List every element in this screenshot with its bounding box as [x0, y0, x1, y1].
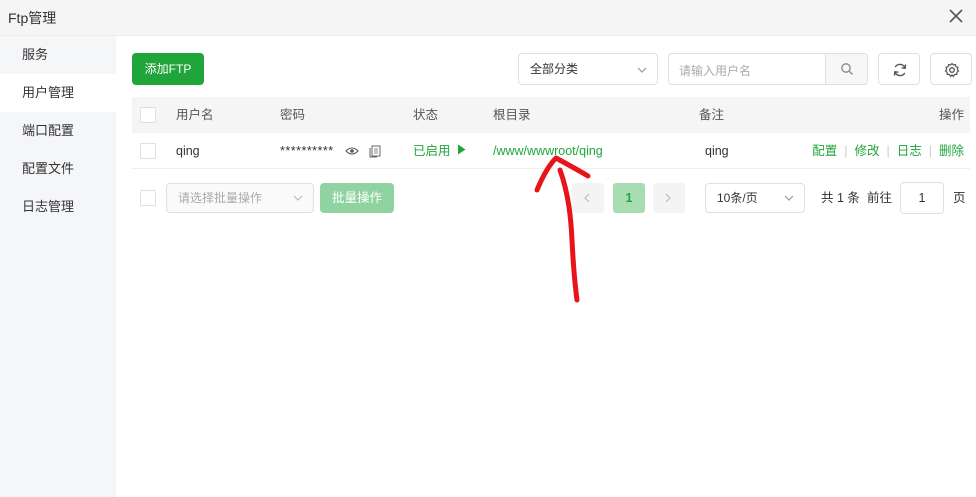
batch-operation-select[interactable]: 请选择批量操作 — [166, 183, 314, 213]
footer-select-all-checkbox[interactable] — [140, 190, 156, 206]
total-count: 共 1 条 — [821, 191, 860, 205]
category-select[interactable]: 全部分类 — [518, 53, 658, 85]
sidebar: 服务 用户管理 端口配置 配置文件 日志管理 — [0, 36, 116, 497]
root-directory-link[interactable]: /www/wwwroot/qing — [493, 133, 603, 169]
delete-action[interactable]: 删除 — [939, 144, 964, 158]
search-icon — [841, 63, 853, 75]
settings-button[interactable] — [930, 53, 972, 85]
category-select-value: 全部分类 — [530, 62, 579, 76]
next-page-button[interactable] — [653, 183, 685, 213]
sidebar-item-config-file[interactable]: 配置文件 — [0, 150, 116, 188]
add-ftp-button[interactable]: 添加FTP — [132, 53, 204, 85]
sidebar-item-log-management[interactable]: 日志管理 — [0, 188, 116, 226]
log-action[interactable]: 日志 — [897, 144, 922, 158]
sidebar-item-port-config[interactable]: 端口配置 — [0, 112, 116, 150]
goto-label: 前往 — [867, 191, 893, 205]
status-text: 已启用 — [413, 144, 451, 158]
search-button[interactable] — [825, 54, 867, 84]
edit-action[interactable]: 修改 — [854, 144, 879, 158]
prev-page-button[interactable] — [572, 183, 604, 213]
page-unit-label: 页 — [953, 191, 966, 205]
goto-page-input[interactable]: 1 — [900, 182, 944, 214]
main-panel: 添加FTP 全部分类 请输入用户名 用户名 密码 状态 根目录 备注 操作 qi… — [116, 36, 976, 497]
chevron-left-icon — [584, 193, 590, 203]
play-icon — [458, 144, 466, 155]
column-header-root: 根目录 — [493, 108, 531, 122]
row-actions: 配置 | 修改 | 日志 | 删除 — [812, 144, 964, 158]
cell-note: qing — [705, 144, 729, 158]
copy-icon[interactable] — [369, 145, 381, 158]
refresh-button[interactable] — [878, 53, 920, 85]
column-header-user: 用户名 — [176, 108, 214, 122]
column-header-password: 密码 — [280, 108, 306, 122]
gear-icon — [944, 62, 960, 78]
config-action[interactable]: 配置 — [812, 144, 837, 158]
page-size-select[interactable]: 10条/页 — [705, 183, 805, 213]
row-checkbox[interactable] — [140, 143, 156, 159]
chevron-down-icon — [784, 195, 794, 201]
current-page[interactable]: 1 — [613, 183, 645, 213]
status-toggle[interactable]: 已启用 — [413, 133, 466, 169]
sidebar-item-user-management[interactable]: 用户管理 — [0, 74, 116, 112]
window-title: Ftp管理 — [8, 10, 57, 26]
table-row: qing ********** 已启用 /www/wwwroot/qing qi… — [132, 133, 970, 169]
chevron-down-icon — [637, 67, 647, 73]
eye-icon[interactable] — [345, 146, 359, 156]
refresh-icon — [893, 63, 907, 77]
search-box: 请输入用户名 — [668, 53, 868, 85]
ftp-user-table: 用户名 密码 状态 根目录 备注 操作 qing ********** 已启用 … — [132, 97, 970, 169]
select-all-checkbox[interactable] — [140, 107, 156, 123]
column-header-note: 备注 — [699, 108, 725, 122]
sidebar-item-service[interactable]: 服务 — [0, 36, 116, 74]
search-input[interactable]: 请输入用户名 — [679, 62, 751, 79]
table-header: 用户名 密码 状态 根目录 备注 操作 — [132, 97, 970, 133]
chevron-right-icon — [665, 193, 671, 203]
title-bar: Ftp管理 — [0, 0, 976, 36]
batch-operation-button[interactable]: 批量操作 — [320, 183, 394, 213]
table-footer: 请选择批量操作 批量操作 1 10条/页 共 1 条 前往 1 页 — [132, 181, 970, 215]
cell-password: ********** — [280, 144, 334, 158]
column-header-ops: 操作 — [939, 108, 965, 122]
close-icon[interactable] — [946, 6, 966, 26]
column-header-status: 状态 — [413, 108, 439, 122]
ftp-manager-window: Ftp管理 服务 用户管理 端口配置 配置文件 日志管理 添加FTP 全部分类 … — [0, 0, 976, 497]
batch-select-placeholder: 请选择批量操作 — [178, 191, 263, 205]
cell-user: qing — [176, 144, 200, 158]
page-size-value: 10条/页 — [717, 191, 758, 205]
chevron-down-icon — [293, 195, 303, 201]
